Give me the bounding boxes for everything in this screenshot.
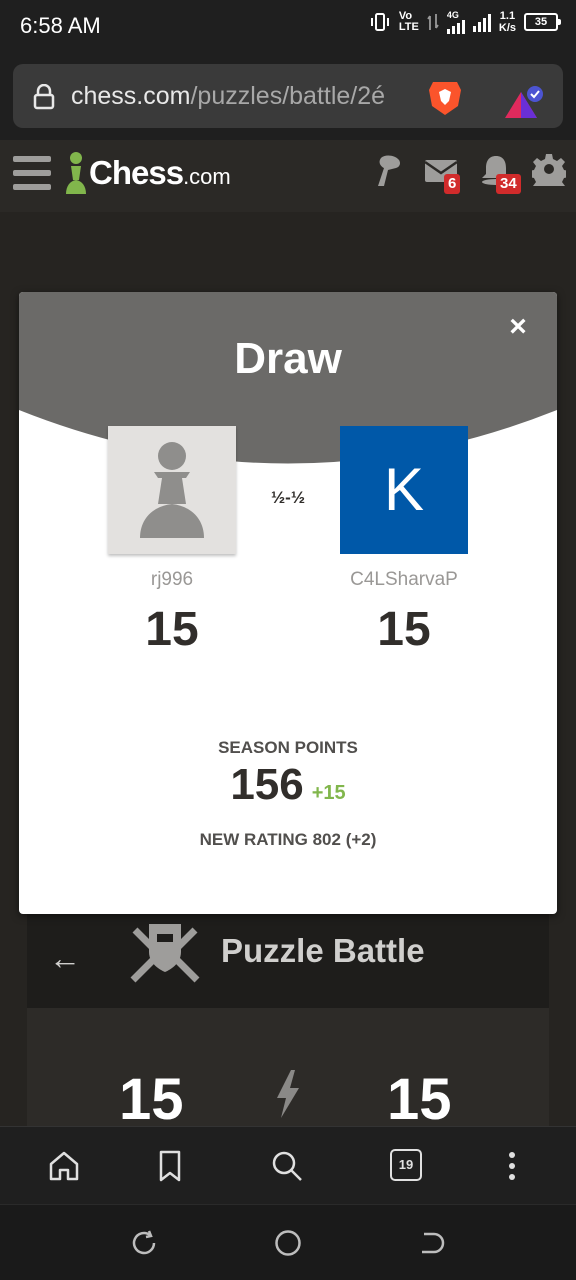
home-nav-icon[interactable] [274, 1229, 302, 1257]
messages-badge: 6 [444, 174, 461, 194]
settings-button[interactable] [529, 152, 569, 194]
season-points: 156 +15 [19, 760, 557, 810]
pawn-logo-icon [66, 152, 86, 194]
new-rating: NEW RATING 802 (+2) [199, 830, 377, 849]
result-modal: × Draw ½-½ K rj996 C4LSharvaP 15 15 SEAS… [19, 292, 557, 914]
messages-button[interactable]: 6 [424, 152, 461, 194]
system-navigation-bar [0, 1204, 576, 1280]
player1-name[interactable]: rj996 [82, 569, 262, 591]
battery-icon: 35 [524, 13, 561, 31]
tabs-button[interactable]: 19 [390, 1149, 422, 1181]
hint-button[interactable] [370, 152, 406, 188]
recent-apps-icon[interactable] [130, 1229, 158, 1257]
lock-icon [33, 84, 55, 110]
search-icon[interactable] [270, 1149, 304, 1183]
back-nav-icon[interactable] [418, 1229, 446, 1257]
puzzle-battle-title: Puzzle Battle [221, 932, 425, 969]
player2-avatar[interactable]: K [340, 426, 468, 554]
signal-4g: 4G [446, 10, 465, 34]
battle-score-right: 15 [387, 1067, 452, 1132]
back-arrow-icon[interactable]: ← [49, 940, 81, 977]
puzzle-battle-header: ← Puzzle Battle [27, 914, 549, 1008]
gear-icon [529, 154, 569, 194]
status-time: 6:58 AM [20, 13, 101, 38]
season-points-value: 156 [230, 760, 304, 809]
signal-bars-icon [446, 19, 465, 34]
site-header: Chess.com 6 34 [0, 140, 576, 212]
battle-shield-icon [130, 924, 200, 983]
header-icons: 6 34 [370, 152, 569, 194]
season-points-delta: +15 [311, 782, 346, 804]
player2-name[interactable]: C4LSharvaP [314, 569, 494, 591]
bookmark-icon[interactable] [153, 1149, 187, 1183]
network-speed: 1.1 K/s [498, 10, 516, 34]
vibrate-icon [370, 13, 389, 31]
url-text[interactable]: chess.com/puzzles/battle/2é [71, 82, 421, 111]
volte-indicator: Vo LTE [398, 10, 419, 33]
brave-shields-icon[interactable] [427, 78, 463, 116]
chess-logo[interactable]: Chess.com [63, 148, 231, 198]
notifications-badge: 34 [496, 174, 521, 194]
browser-bottom-bar: 19 [0, 1126, 576, 1204]
browser-toolbar: chess.com/puzzles/battle/2é [0, 52, 576, 140]
result-title: Draw [234, 334, 342, 383]
system-icons: Vo LTE 4G 1.1 K/s 35 [369, 10, 561, 34]
season-points-label: SEASON POINTS [218, 738, 358, 757]
lightning-icon [277, 1070, 299, 1118]
puzzle-battle-scores: 15 15 [27, 1008, 549, 1132]
address-bar[interactable]: chess.com/puzzles/battle/2é [13, 64, 563, 128]
player1-score: 15 [145, 603, 199, 656]
notifications-button[interactable]: 34 [478, 152, 521, 194]
player2-score: 15 [377, 603, 431, 656]
player1-avatar[interactable] [108, 426, 236, 554]
hint-icon [378, 155, 400, 186]
match-score: ½-½ [270, 488, 306, 507]
battle-score-left: 15 [119, 1067, 184, 1132]
status-bar: 6:58 AM Vo LTE 4G 1.1 K/s 35 [0, 0, 576, 52]
menu-icon[interactable] [13, 156, 51, 190]
home-icon[interactable] [47, 1149, 81, 1183]
more-menu-icon[interactable] [495, 1149, 529, 1183]
pawn-avatar-icon [140, 442, 204, 538]
signal-bars-icon-2 [472, 12, 491, 32]
data-arrows-icon [427, 14, 439, 30]
brave-rewards-icon[interactable] [503, 86, 543, 122]
